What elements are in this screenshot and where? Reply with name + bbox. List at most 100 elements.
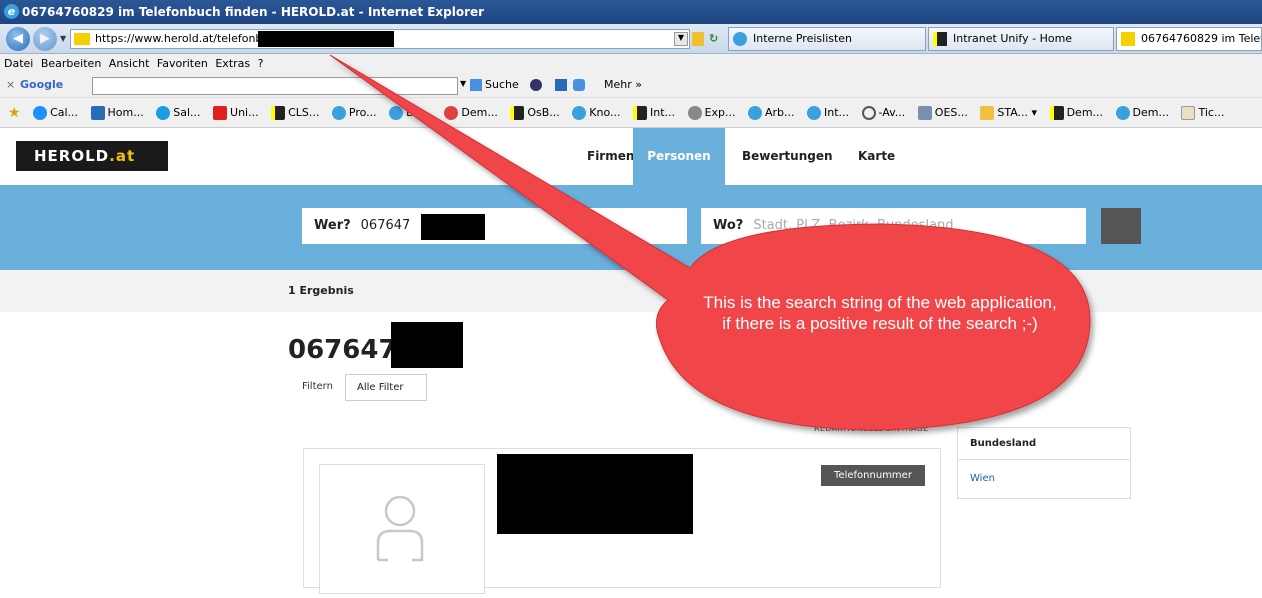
nav-firmen[interactable]: Firmen (587, 128, 634, 185)
search-band: Wer? 067647 Wo? Stadt, PLZ, Bezirk, Bundes… (0, 185, 1262, 270)
result-count: 1 Ergebnis (0, 270, 1262, 312)
google-suche-button[interactable]: Suche (485, 78, 519, 91)
favorite-item[interactable]: Sal... (156, 98, 201, 127)
person-placeholder-icon (376, 495, 424, 562)
telefonnummer-button[interactable]: Telefonnummer (821, 465, 925, 486)
globe-icon[interactable] (530, 79, 542, 91)
filter-label: Filtern (302, 381, 333, 392)
nav-personen[interactable]: Personen (633, 128, 725, 185)
favorite-item[interactable]: Dem... (444, 98, 498, 127)
unify-icon (1049, 106, 1064, 120)
favorite-item[interactable]: Kno... (572, 98, 620, 127)
redacted-block (258, 31, 394, 47)
ie-page-icon (331, 106, 346, 120)
window-title-bar: e 06764760829 im Telefonbuch finden - HE… (0, 0, 1262, 24)
herold-favicon-icon (1121, 32, 1135, 46)
unify-icon (933, 32, 947, 46)
favorite-item[interactable]: -Av... (861, 98, 905, 127)
bundesland-heading: Bundesland (970, 438, 1037, 449)
menu-extras[interactable]: Extras (215, 57, 250, 70)
tab-label: 06764760829 im Telefon (1141, 32, 1261, 45)
salesforce-cloud-icon (156, 106, 171, 120)
ie-page-icon (747, 106, 762, 120)
unify-icon (271, 106, 286, 120)
favorite-item[interactable]: Tic... (1181, 98, 1224, 127)
browser-nav-bar: ◀ ▶ ▼ https://www.herold.at/telefonbuch/… (0, 24, 1262, 54)
share-icon[interactable] (573, 79, 585, 91)
window-title: 06764760829 im Telefonbuch finden - HERO… (22, 5, 485, 19)
favorite-item[interactable]: Exp... (687, 98, 735, 127)
menu-ansicht[interactable]: Ansicht (109, 57, 150, 70)
google-dropdown-icon[interactable]: ▼ (460, 79, 466, 88)
herold-favicon-icon (74, 33, 90, 45)
favorite-item[interactable]: Hom... (90, 98, 144, 127)
favorite-item[interactable]: Arb... (747, 98, 794, 127)
lock-icon[interactable] (692, 32, 704, 46)
bundesland-filter-box: Bundesland Wien (957, 427, 1131, 499)
ie-page-icon (389, 106, 404, 120)
google-search-input[interactable] (92, 77, 458, 95)
export-icon (687, 106, 702, 120)
tab-intranet-unify[interactable]: Intranet Unify - Home (928, 27, 1114, 51)
tab-label: Intranet Unify - Home (953, 32, 1073, 45)
calendar-icon[interactable] (555, 79, 567, 91)
forward-button[interactable]: ▶ (33, 27, 57, 51)
tab-herold-active[interactable]: 06764760829 im Telefon (1116, 27, 1262, 51)
menu-help[interactable]: ? (258, 57, 264, 70)
menu-favoriten[interactable]: Favoriten (157, 57, 208, 70)
wo-search-input[interactable]: Wo? Stadt, PLZ, Bezirk, Bundesland (701, 208, 1086, 244)
herold-logo[interactable]: HEROLD.at (16, 141, 168, 171)
favorite-item[interactable]: Uni... (213, 98, 259, 127)
redacted-block (421, 214, 485, 240)
favorite-item[interactable]: OES... (917, 98, 968, 127)
favorite-item[interactable]: Cal... (33, 98, 78, 127)
menu-bearbeiten[interactable]: Bearbeiten (41, 57, 101, 70)
favorite-item[interactable]: Int... (632, 98, 675, 127)
favorite-folder[interactable]: STA... ▾ (980, 98, 1037, 127)
address-dropdown-icon[interactable]: ▼ (674, 32, 688, 46)
ie-page-icon (806, 106, 821, 120)
wer-value: 067647 (360, 218, 411, 233)
folder-icon (980, 106, 995, 120)
wo-label: Wo? (713, 218, 744, 233)
menu-datei[interactable]: Datei (4, 57, 33, 70)
avatar (319, 464, 485, 594)
favorite-item[interactable]: CLS... (271, 98, 319, 127)
site-header: HEROLD.at Firmen Personen Bewertungen Ka… (0, 128, 1262, 185)
menu-bar: Datei Bearbeiten Ansicht Favoriten Extra… (0, 54, 1262, 74)
bundesland-wien-link[interactable]: Wien (970, 473, 995, 484)
ie-page-icon (1115, 106, 1130, 120)
wer-search-input[interactable]: Wer? 067647 (302, 208, 687, 244)
favorite-item[interactable]: De... (389, 98, 432, 127)
close-toolbar-icon[interactable]: × (6, 78, 15, 91)
unify-icon (632, 106, 647, 120)
internet-explorer-icon: e (4, 4, 19, 19)
favorite-item[interactable]: OsB... (510, 98, 560, 127)
ie-page-icon (572, 106, 587, 120)
refresh-icon[interactable]: ↻ (709, 32, 723, 46)
redacted-block (391, 322, 463, 368)
divider (958, 459, 1130, 460)
google-mehr-button[interactable]: Mehr » (604, 78, 642, 91)
nav-bewertungen[interactable]: Bewertungen (742, 128, 833, 185)
back-button[interactable]: ◀ (6, 27, 30, 51)
unify-icon (510, 106, 525, 120)
favorite-item[interactable]: Dem... (1115, 98, 1169, 127)
google-toolbar: × Google ▼ Suche Mehr » (0, 74, 1262, 98)
favorites-star-icon[interactable]: ★ (8, 98, 21, 127)
ie-page-icon (733, 32, 747, 46)
favorite-item[interactable]: Dem... (1049, 98, 1103, 127)
google-search-icon (470, 79, 482, 91)
home-icon (90, 106, 105, 120)
favorite-item[interactable]: Pro... (331, 98, 377, 127)
nav-karte[interactable]: Karte (858, 128, 895, 185)
callout-text: This is the search string of the web app… (703, 293, 1057, 333)
history-dropdown-icon[interactable]: ▼ (60, 34, 66, 43)
search-submit-button[interactable] (1101, 208, 1141, 244)
favorite-item[interactable]: Int... (806, 98, 849, 127)
page-title: 067647 (288, 335, 397, 365)
tab-label: Interne Preislisten (753, 32, 853, 45)
alle-filter-button[interactable]: Alle Filter (345, 374, 427, 401)
tab-interne-preislisten[interactable]: Interne Preislisten (728, 27, 926, 51)
oes-icon (917, 106, 932, 120)
